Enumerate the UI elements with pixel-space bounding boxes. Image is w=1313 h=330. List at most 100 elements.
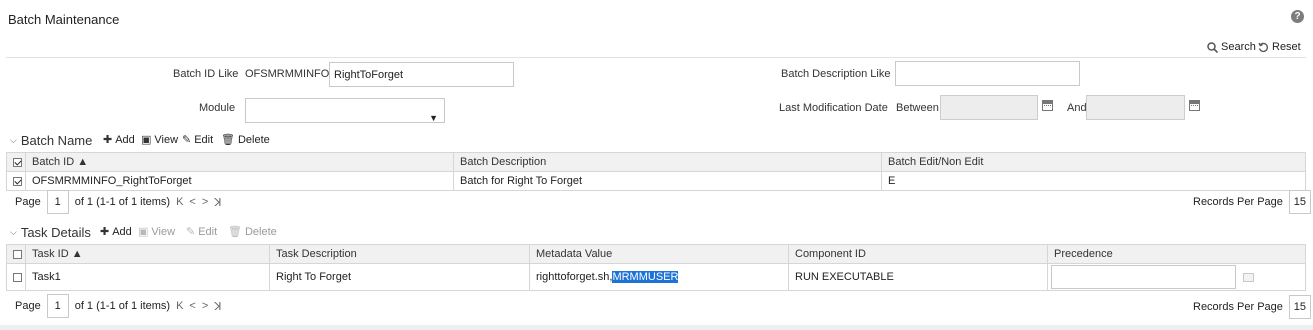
batch-edit-cell: E bbox=[881, 171, 1306, 191]
prev-page-icon[interactable]: < bbox=[189, 300, 195, 312]
task-edit-button[interactable]: ✎ Edit bbox=[186, 225, 217, 239]
precedence-input[interactable] bbox=[1051, 265, 1236, 289]
batch-section-title: Batch Name bbox=[20, 133, 93, 148]
metadata-value-cell: righttoforget.sh,MRMMUSER bbox=[529, 263, 789, 291]
search-label: Search bbox=[1221, 41, 1256, 53]
batch-description-label: Batch Description Like bbox=[781, 68, 891, 80]
bottom-border bbox=[0, 325, 1313, 330]
precedence-picker-icon[interactable] bbox=[1243, 272, 1255, 282]
search-icon bbox=[1207, 41, 1218, 53]
batch-pager: Page 1 of 1 (1-1 of 1 items) K < > ꓘ bbox=[15, 190, 222, 214]
search-button[interactable]: Search bbox=[1207, 41, 1256, 53]
records-per-page-input[interactable]: 15 bbox=[1288, 295, 1311, 319]
task-view-button[interactable]: ▣ View bbox=[138, 225, 176, 239]
next-page-icon[interactable]: > bbox=[202, 196, 208, 208]
task-table: Task ID ▲ Task Description Metadata Valu… bbox=[6, 244, 1306, 291]
row-select-cell bbox=[6, 263, 26, 291]
batch-view-label: View bbox=[154, 133, 179, 146]
module-select[interactable]: ▼ bbox=[245, 98, 445, 123]
help-icon[interactable]: ? bbox=[1291, 10, 1304, 23]
table-header-row: Task ID ▲ Task Description Metadata Valu… bbox=[6, 244, 1306, 264]
batch-id-prefix: OFSMRMMINFO_ bbox=[245, 68, 336, 80]
batch-table: Batch ID ▲ Batch Description Batch Edit/… bbox=[6, 152, 1306, 191]
page-info: of 1 (1-1 of 1 items) bbox=[74, 300, 171, 312]
calendar-icon[interactable] bbox=[1042, 100, 1053, 111]
task-section-header[interactable]: ⌵ Task Details bbox=[10, 225, 91, 240]
batch-section-header[interactable]: ⌵ Batch Name bbox=[10, 133, 92, 148]
column-header[interactable]: Task ID ▲ bbox=[25, 244, 270, 264]
batch-description-input[interactable] bbox=[895, 61, 1080, 86]
select-all-checkbox[interactable] bbox=[13, 249, 22, 259]
batch-id-input[interactable]: RightToForget bbox=[329, 62, 514, 87]
table-row[interactable]: Task1 Right To Forget righttoforget.sh,M… bbox=[6, 263, 1306, 291]
first-page-icon[interactable]: K bbox=[176, 300, 183, 312]
page-title: Batch Maintenance bbox=[8, 12, 120, 27]
batch-id-label: Batch ID Like bbox=[173, 68, 239, 80]
task-section-title: Task Details bbox=[20, 225, 91, 240]
last-page-icon[interactable]: ꓘ bbox=[214, 196, 221, 209]
select-all-cell bbox=[6, 244, 26, 264]
component-id-cell: RUN EXECUTABLE bbox=[788, 263, 1048, 291]
plus-icon: ✚ bbox=[100, 226, 110, 238]
batch-id-cell: OFSMRMMINFO_RightToForget bbox=[25, 171, 454, 191]
batch-add-button[interactable]: ✚ Add bbox=[103, 133, 135, 147]
batch-add-label: Add bbox=[115, 133, 135, 146]
to-date-input[interactable] bbox=[1086, 95, 1185, 120]
batch-delete-label: Delete bbox=[237, 133, 270, 146]
page-label: Page bbox=[15, 300, 41, 312]
table-row[interactable]: OFSMRMMINFO_RightToForget Batch for Righ… bbox=[6, 171, 1306, 191]
records-per-page-input[interactable]: 15 bbox=[1288, 190, 1311, 214]
batch-delete-button[interactable]: 🗑 Delete bbox=[221, 133, 270, 147]
module-label: Module bbox=[199, 102, 236, 114]
metadata-selected-text[interactable]: MRMMUSER bbox=[612, 271, 679, 283]
trash-icon: 🗑 bbox=[221, 134, 235, 146]
task-add-button[interactable]: ✚ Add bbox=[100, 225, 132, 239]
column-header[interactable]: Precedence bbox=[1047, 244, 1306, 264]
task-description-cell: Right To Forget bbox=[269, 263, 530, 291]
column-header[interactable]: Batch ID ▲ bbox=[25, 152, 454, 172]
between-label: Between bbox=[896, 102, 939, 114]
from-date-input[interactable] bbox=[940, 95, 1038, 120]
view-icon: ▣ bbox=[138, 226, 149, 238]
row-checkbox[interactable] bbox=[13, 272, 22, 282]
prev-page-icon[interactable]: < bbox=[189, 196, 195, 208]
column-header[interactable]: Task Description bbox=[269, 244, 530, 264]
select-all-checkbox[interactable] bbox=[13, 157, 22, 167]
column-header[interactable]: Batch Edit/Non Edit bbox=[881, 152, 1306, 172]
trash-icon: 🗑 bbox=[228, 226, 242, 238]
page-info: of 1 (1-1 of 1 items) bbox=[74, 196, 171, 208]
task-pager: Page 1 of 1 (1-1 of 1 items) K < > ꓘ bbox=[15, 294, 222, 318]
task-view-label: View bbox=[151, 225, 176, 238]
page-label: Page bbox=[15, 196, 41, 208]
task-id-cell: Task1 bbox=[25, 263, 270, 291]
task-delete-button[interactable]: 🗑 Delete bbox=[228, 225, 277, 239]
precedence-cell bbox=[1047, 263, 1306, 291]
reset-label: Reset bbox=[1272, 41, 1301, 53]
view-icon: ▣ bbox=[141, 134, 152, 146]
last-page-icon[interactable]: ꓘ bbox=[214, 300, 221, 313]
batch-view-button[interactable]: ▣ View bbox=[141, 133, 179, 147]
chevron-down-icon: ⌵ bbox=[10, 227, 17, 237]
batch-records-per-page: Records Per Page 15 bbox=[1193, 190, 1311, 214]
first-page-icon[interactable]: K bbox=[176, 196, 183, 208]
task-delete-label: Delete bbox=[244, 225, 277, 238]
calendar-icon[interactable] bbox=[1189, 100, 1200, 111]
batch-description-cell: Batch for Right To Forget bbox=[453, 171, 882, 191]
chevron-down-icon: ⌵ bbox=[10, 135, 17, 145]
divider bbox=[6, 57, 1306, 58]
column-header[interactable]: Batch Description bbox=[453, 152, 882, 172]
page-number-input[interactable]: 1 bbox=[46, 294, 69, 318]
and-label: And bbox=[1067, 102, 1087, 114]
row-checkbox[interactable] bbox=[13, 176, 22, 186]
batch-edit-button[interactable]: ✎ Edit bbox=[182, 133, 214, 147]
column-header[interactable]: Component ID bbox=[788, 244, 1048, 264]
edit-icon: ✎ bbox=[182, 134, 192, 146]
batch-edit-label: Edit bbox=[194, 133, 214, 146]
column-header[interactable]: Metadata Value bbox=[529, 244, 789, 264]
dropdown-arrow-icon: ▼ bbox=[429, 113, 438, 123]
task-add-label: Add bbox=[112, 225, 132, 238]
records-per-page-label: Records Per Page bbox=[1193, 301, 1283, 313]
next-page-icon[interactable]: > bbox=[202, 300, 208, 312]
reset-button[interactable]: Reset bbox=[1258, 41, 1301, 53]
page-number-input[interactable]: 1 bbox=[46, 190, 69, 214]
